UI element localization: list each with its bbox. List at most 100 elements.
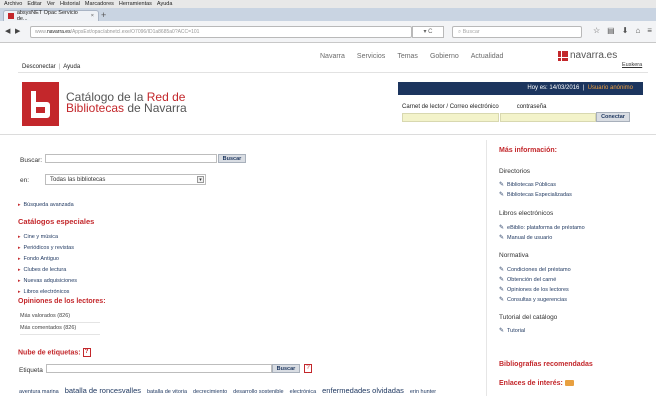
new-tab-icon[interactable]: +	[101, 11, 106, 20]
most-commented-link[interactable]: Más comentados (826)	[20, 323, 100, 335]
pin-icon: ✎	[499, 328, 505, 334]
reader-opinions-link[interactable]: ✎ Opiniones de los lectores	[499, 286, 569, 293]
menu-editar[interactable]: Editar	[27, 1, 41, 7]
tag-link[interactable]: erin hunter	[410, 389, 436, 395]
special-catalogs-list: ▸ Cine y música ▸ Periódicos y revistas ▸ F…	[18, 233, 77, 299]
euskera-link[interactable]: Euskera	[622, 62, 642, 68]
divider	[18, 72, 648, 73]
nav-actualidad[interactable]: Actualidad	[471, 53, 504, 60]
date-bar: Hoy es: 14/03/2016 | Usuario anónimo	[398, 82, 643, 95]
nav-navarra[interactable]: Navarra	[320, 53, 345, 60]
pin-icon: ✎	[499, 297, 505, 303]
advanced-search-link[interactable]: ▸ Búsqueda avanzada	[18, 202, 74, 208]
card-link[interactable]: ✎ Obtención del carné	[499, 276, 556, 283]
more-info-title: Más información:	[499, 147, 557, 154]
tutorial-link[interactable]: ✎ Tutorial	[499, 327, 525, 334]
menu-ayuda[interactable]: Ayuda	[157, 1, 173, 7]
help-link[interactable]: Ayuda	[63, 64, 80, 70]
opinions-list: Más valorados (826) Más comentados (826)	[20, 311, 100, 335]
directories-heading: Directorios	[499, 168, 531, 175]
nav-temas[interactable]: Temas	[397, 53, 418, 60]
favicon-icon	[8, 13, 14, 19]
loan-conditions-link[interactable]: ✎ Condiciones del préstamo	[499, 266, 571, 273]
help-icon[interactable]: ?	[82, 348, 91, 357]
date-text: Hoy es: 14/03/2016	[527, 85, 580, 91]
help-icon[interactable]: ?	[304, 364, 312, 373]
rss-feed-icon[interactable]	[564, 380, 574, 387]
reading-list-icon[interactable]: ▤	[607, 26, 615, 35]
browser-menubar: Archivo Editar Ver Historial Marcadores …	[0, 0, 656, 8]
logo-line2-b: de Navarra	[124, 101, 187, 115]
navarra-logo[interactable]: navarra.es	[558, 50, 617, 61]
list-item[interactable]: ▸ Fondo Antiguo	[18, 255, 77, 266]
catalog-title[interactable]: Catálogo de la Red de Bibliotecas de Nav…	[66, 91, 187, 115]
library-select[interactable]: Todas las bibliotecas ▾	[45, 174, 206, 185]
home-icon[interactable]: ⌂	[635, 26, 640, 35]
tag-link[interactable]: electrónica	[290, 389, 317, 395]
list-item[interactable]: ▸ Cine y música	[18, 233, 77, 244]
divider	[0, 134, 656, 135]
pin-icon: ✎	[499, 225, 505, 231]
menu-hamburger-icon[interactable]: ≡	[647, 26, 652, 35]
tag-link[interactable]: aventura marina	[19, 389, 59, 395]
toolbar-icons: ☆ ▤ ⬇ ⌂ ≡	[593, 26, 652, 35]
list-item[interactable]: ▸ Periódicos y revistas	[18, 244, 77, 255]
navarra-grid-icon	[558, 50, 568, 61]
password-field[interactable]	[500, 113, 596, 122]
disconnect-link[interactable]: Desconectar	[22, 64, 56, 70]
search-input[interactable]	[45, 154, 217, 163]
tag-cloud-title-text: Nube de etiquetas:	[18, 349, 81, 357]
tag-link[interactable]: desarrollo sostenible	[233, 389, 283, 395]
tag-link[interactable]: decrecimiento	[193, 389, 227, 395]
special-libraries-link[interactable]: ✎ Bibliotecas Especializadas	[499, 191, 572, 198]
browser-search-input[interactable]: ⌕ Buscar	[452, 26, 582, 38]
library-logo-icon[interactable]	[22, 82, 59, 126]
tag-link[interactable]: batalla de vitoria	[147, 389, 187, 395]
pin-icon: ✎	[499, 277, 505, 283]
search-label: Buscar:	[20, 157, 43, 164]
back-icon[interactable]: ◀	[5, 27, 10, 35]
tag-input[interactable]	[46, 364, 272, 373]
list-item[interactable]: ▸ Nuevas adquisiciones	[18, 277, 77, 288]
menu-marcadores[interactable]: Marcadores	[85, 1, 114, 7]
search-button[interactable]: Buscar	[218, 154, 246, 163]
tag-search-button[interactable]: Buscar	[272, 364, 300, 373]
pin-icon: ✎	[499, 192, 505, 198]
chevron-down-icon[interactable]: ▾	[197, 176, 204, 183]
search-placeholder: Buscar	[462, 29, 480, 35]
browser-tab[interactable]: absysNET Opac Servicio de... ×	[3, 10, 99, 22]
menu-herramientas[interactable]: Herramientas	[119, 1, 152, 7]
tutorial-heading: Tutorial del catálogo	[499, 314, 558, 321]
tag-cloud-title: Nube de etiquetas:?	[18, 348, 91, 357]
tag-label: Etiqueta	[19, 367, 43, 374]
ebooks-heading: Libros electrónicos	[499, 210, 554, 217]
url-host: navarra.es	[46, 29, 71, 35]
nav-gobierno[interactable]: Gobierno	[430, 53, 459, 60]
url-prefix: www.	[35, 29, 47, 35]
bookmark-star-icon[interactable]: ☆	[593, 26, 600, 35]
pin-icon: ✎	[499, 287, 505, 293]
inquiries-link[interactable]: ✎ Consultas y sugerencias	[499, 296, 567, 303]
most-rated-link[interactable]: Más valorados (826)	[20, 311, 100, 323]
reload-icon[interactable]: ▾ C	[412, 26, 444, 38]
menu-historial[interactable]: Historial	[60, 1, 80, 7]
connect-button[interactable]: Conectar	[596, 112, 630, 122]
links-of-interest-text: Enlaces de interés:	[499, 380, 563, 387]
anonymous-user: Usuario anónimo	[587, 85, 633, 91]
tag-link[interactable]: enfermedades olvidadas	[322, 386, 404, 395]
address-bar[interactable]: www.navarra.es/AppsExt/opac/abnetcl.exe/…	[30, 26, 412, 38]
menu-ver[interactable]: Ver	[47, 1, 55, 7]
forward-icon[interactable]: ▶	[15, 27, 20, 35]
pin-icon: ✎	[499, 182, 505, 188]
download-icon[interactable]: ⬇	[622, 26, 629, 35]
list-item[interactable]: ▸ Clubes de lectura	[18, 266, 77, 277]
tag-link[interactable]: batalla de roncesvalles	[65, 386, 141, 395]
user-manual-link[interactable]: ✎ Manual de usuario	[499, 234, 552, 241]
recommended-bibliographies-title[interactable]: Bibliografías recomendadas	[499, 361, 593, 368]
close-tab-icon[interactable]: ×	[91, 13, 94, 19]
nav-servicios[interactable]: Servicios	[357, 53, 385, 60]
menu-archivo[interactable]: Archivo	[4, 1, 22, 7]
user-field[interactable]	[402, 113, 499, 122]
ebiblio-link[interactable]: ✎ eBiblio: plataforma de préstamo	[499, 224, 585, 231]
public-libraries-link[interactable]: ✎ Bibliotecas Públicas	[499, 181, 556, 188]
